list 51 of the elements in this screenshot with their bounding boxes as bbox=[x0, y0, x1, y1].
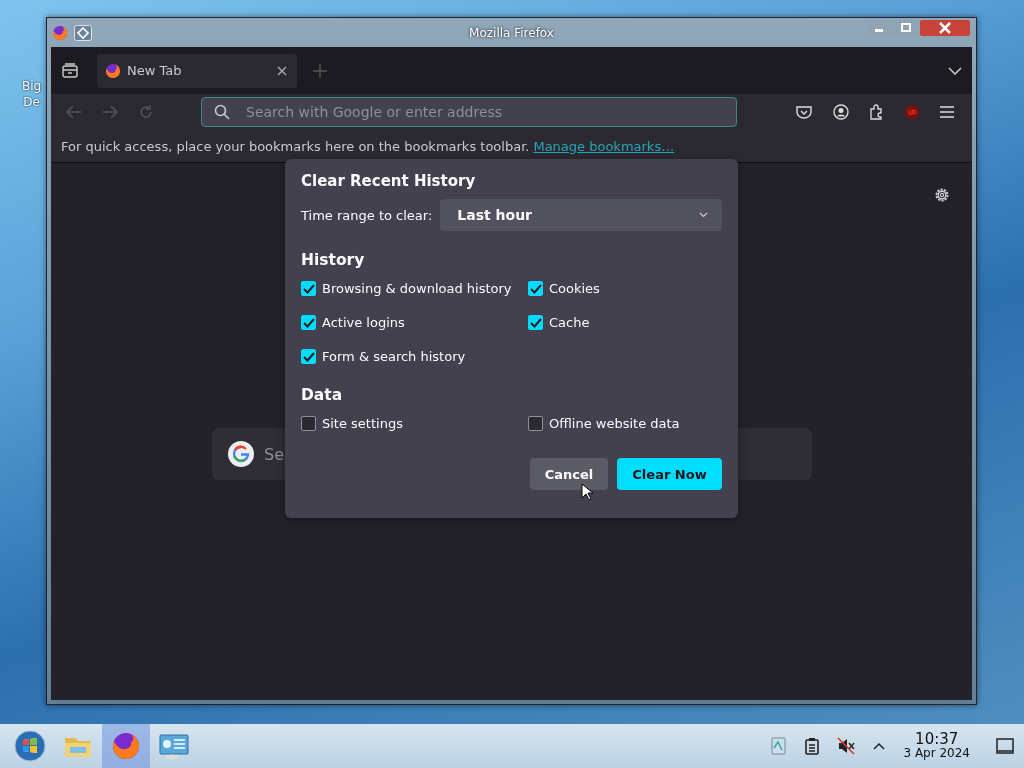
manage-bookmarks-link[interactable]: Manage bookmarks… bbox=[533, 138, 675, 154]
account-icon[interactable] bbox=[833, 104, 849, 120]
checkbox-option[interactable]: Offline website data bbox=[528, 414, 722, 433]
firefox-icon bbox=[105, 62, 121, 79]
muted-speaker-icon[interactable] bbox=[837, 737, 856, 755]
time-range-label: Time range to clear: bbox=[301, 207, 433, 223]
cancel-button[interactable]: Cancel bbox=[530, 458, 608, 490]
section-heading: History bbox=[301, 251, 366, 269]
checkmark-icon bbox=[529, 283, 542, 294]
settings-icon[interactable] bbox=[934, 187, 950, 203]
checkbox-option[interactable]: Site settings bbox=[301, 414, 528, 433]
bookmarks-hint: For quick access, place your bookmarks here on the bookmarks toolbar. bbox=[61, 138, 530, 154]
checkbox-option[interactable]: Cookies bbox=[528, 279, 722, 298]
close-button[interactable] bbox=[920, 19, 970, 36]
section-heading: Data bbox=[301, 386, 344, 404]
checkmark-icon bbox=[529, 317, 542, 328]
checkbox-option[interactable]: Active logins bbox=[301, 313, 528, 332]
mouse-pointer-icon bbox=[581, 483, 593, 501]
dialog-title: Clear Recent History bbox=[301, 172, 477, 190]
pin-icon[interactable] bbox=[74, 24, 92, 41]
firefox-icon bbox=[52, 24, 68, 41]
google-icon bbox=[228, 441, 254, 467]
shield-extension-icon[interactable] bbox=[905, 105, 919, 119]
menu-icon[interactable] bbox=[940, 106, 954, 118]
window-title: Mozilla Firefox bbox=[469, 26, 554, 40]
checkmark-icon bbox=[302, 283, 315, 294]
pocket-icon[interactable] bbox=[796, 105, 812, 119]
close-icon[interactable] bbox=[277, 65, 287, 76]
show-desktop-icon[interactable] bbox=[996, 738, 1014, 754]
checkbox-option[interactable]: Cache bbox=[528, 313, 722, 332]
chevron-down-icon[interactable] bbox=[948, 66, 962, 75]
browser-tab[interactable]: New Tab bbox=[97, 53, 297, 88]
tab-overview-icon[interactable] bbox=[62, 62, 78, 79]
chevron-up-icon[interactable] bbox=[873, 742, 886, 750]
firefox-icon[interactable] bbox=[110, 730, 142, 762]
time-range-dropdown[interactable]: Last hour bbox=[440, 199, 722, 231]
search-icon bbox=[214, 104, 230, 120]
checkmark-icon bbox=[302, 351, 315, 362]
checkbox-option[interactable]: Form & search history bbox=[301, 347, 528, 366]
checkbox-option[interactable]: Browsing & download history bbox=[301, 279, 528, 298]
checkmark-icon bbox=[302, 317, 315, 328]
clear-now-button[interactable]: Clear Now bbox=[617, 458, 722, 490]
display-settings-icon[interactable] bbox=[771, 736, 788, 756]
taskbar-item[interactable] bbox=[102, 724, 150, 768]
clipboard-icon[interactable] bbox=[805, 737, 820, 755]
tab-title: New Tab bbox=[127, 63, 183, 78]
chevron-down-icon bbox=[699, 212, 708, 218]
clock[interactable]: 10:37 3 Apr 2024 bbox=[903, 732, 970, 760]
start-button[interactable] bbox=[14, 730, 46, 762]
puzzle-piece-icon[interactable] bbox=[870, 104, 884, 120]
address-field[interactable]: Search with Google or enter address bbox=[201, 97, 737, 127]
